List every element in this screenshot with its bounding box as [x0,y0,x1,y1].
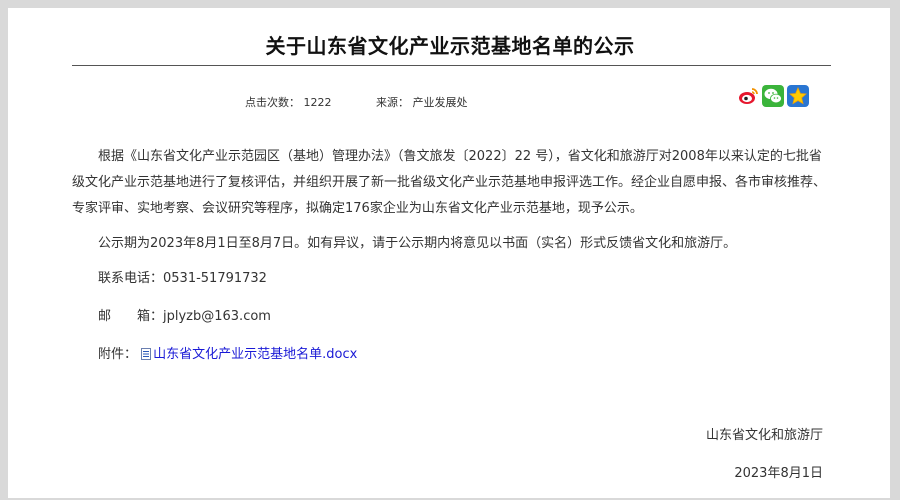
attachment-link[interactable]: 山东省文化产业示范基地名单.docx [153,347,357,362]
document-page: 关于山东省文化产业示范基地名单的公示 点击次数： 1222 来源： 产业发展处 [8,8,890,498]
source-label: 来源： [376,96,409,109]
source-info: 来源： 产业发展处 [376,94,468,110]
article-body: 根据《山东省文化产业示范园区（基地）管理办法》（鲁文旅发〔2022〕22 号），… [72,144,831,380]
source-value: 产业发展处 [412,96,468,109]
page-title: 关于山东省文化产业示范基地名单的公示 [265,34,635,58]
body-paragraph-1: 根据《山东省文化产业示范园区（基地）管理办法》（鲁文旅发〔2022〕22 号），… [72,149,827,216]
contact-phone: 联系电话：0531-51791732 [98,271,267,286]
weibo-icon[interactable] [737,85,759,107]
attachment-label: 附件： [98,347,138,362]
attachment-row: 附件： 山东省文化产业示范基地名单.docx [72,342,831,368]
document-icon [141,344,152,360]
click-count-label: 点击次数： [245,96,300,109]
publish-date: 2023年8月1日 [734,466,823,481]
qzone-icon[interactable] [787,85,809,107]
contact-email: 邮 箱：jplyzb@163.com [98,309,271,324]
wechat-icon[interactable] [762,85,784,107]
click-count: 点击次数： 1222 [245,94,332,110]
title-divider [72,65,831,66]
share-toolbar [737,85,809,107]
click-count-value: 1222 [303,96,332,109]
signer: 山东省文化和旅游厅 [705,428,823,443]
body-paragraph-2: 公示期为2023年8月1日至8月7日。如有异议，请于公示期内将意见以书面（实名）… [98,236,737,251]
